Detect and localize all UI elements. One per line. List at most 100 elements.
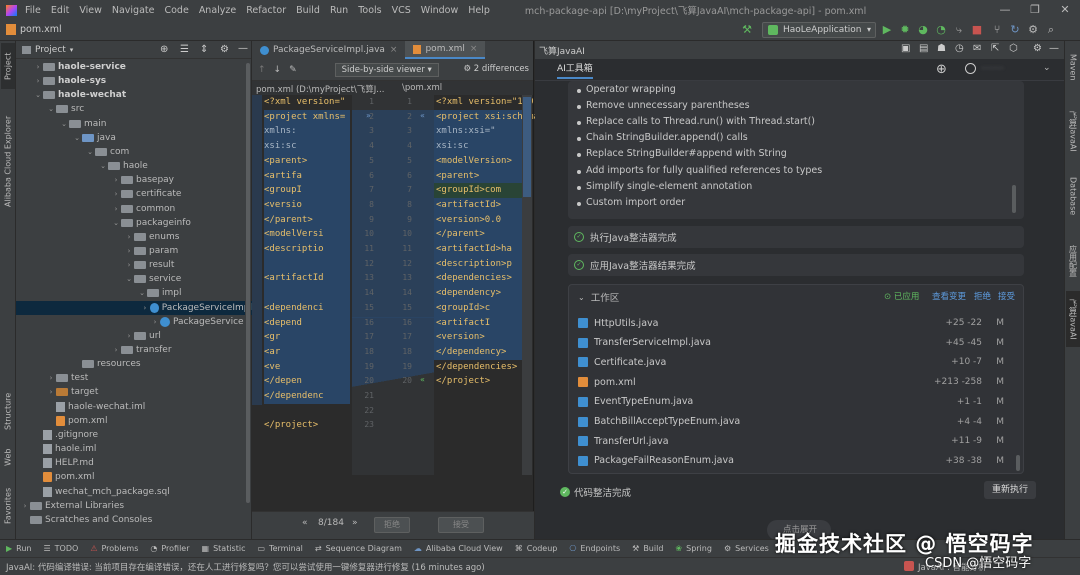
- tree-item[interactable]: › result: [16, 258, 252, 272]
- tree-arrow-icon[interactable]: ›: [33, 77, 43, 85]
- chat-icon[interactable]: ✉: [973, 43, 981, 54]
- tree-item[interactable]: ⌄ com: [16, 145, 252, 159]
- toolbox-icon[interactable]: ▣: [901, 43, 910, 54]
- tree-item[interactable]: pom.xml: [16, 414, 252, 428]
- left-code-pane[interactable]: <?xml version=" <project xmlns= xmlns: xs…: [252, 95, 352, 475]
- user-avatar-icon[interactable]: [965, 63, 976, 74]
- tree-item[interactable]: › transfer: [16, 343, 252, 357]
- image-icon[interactable]: ▤: [919, 43, 928, 54]
- tree-item[interactable]: ⌄ haole-wechat: [16, 88, 252, 102]
- tree-arrow-icon[interactable]: ›: [150, 318, 160, 326]
- history-icon[interactable]: ◷: [955, 43, 964, 54]
- tree-arrow-icon[interactable]: ⌄: [46, 105, 56, 113]
- settings-icon[interactable]: ⚙: [1026, 23, 1040, 37]
- tree-item[interactable]: ⌄ packageinfo: [16, 216, 252, 230]
- tree-arrow-icon[interactable]: ›: [46, 374, 56, 382]
- tree-arrow-icon[interactable]: ›: [124, 332, 134, 340]
- menu-file[interactable]: File: [20, 5, 46, 16]
- breadcrumb[interactable]: pom.xml: [20, 24, 62, 35]
- workspace-reject-link[interactable]: 拒绝: [974, 290, 991, 302]
- menu-view[interactable]: View: [74, 5, 107, 16]
- minimize-icon[interactable]: —: [990, 0, 1020, 20]
- tree-arrow-icon[interactable]: ›: [20, 502, 30, 510]
- tree-arrow-icon[interactable]: ›: [33, 63, 43, 71]
- tool-tab-app-config[interactable]: 应用配置: [1066, 231, 1080, 291]
- edit-source-icon[interactable]: ✎: [289, 65, 297, 75]
- menu-navigate[interactable]: Navigate: [107, 5, 160, 16]
- tool-tab-maven[interactable]: Maven: [1066, 47, 1080, 87]
- tree-arrow-icon[interactable]: ⌄: [111, 219, 121, 227]
- tool-window-build[interactable]: ⚒ Build: [626, 544, 669, 553]
- tree-item[interactable]: ⌄ main: [16, 117, 252, 131]
- tool-window-services[interactable]: ⚙ Services: [718, 544, 775, 553]
- workspace-file-row[interactable]: HttpUtils.java +25 -22 M: [578, 315, 1006, 331]
- workspace-file-row[interactable]: BatchBillAcceptTypeEnum.java +4 -4 M: [578, 414, 1006, 430]
- tree-item[interactable]: .gitignore: [16, 428, 252, 442]
- tool-tab-database[interactable]: Database: [1066, 171, 1080, 221]
- prev-page-icon[interactable]: «: [302, 518, 308, 528]
- tree-item[interactable]: › param: [16, 244, 252, 258]
- tree-arrow-icon[interactable]: ⌄: [98, 162, 108, 170]
- tool-window-codeup[interactable]: ⌘ Codeup: [509, 544, 564, 553]
- tree-item[interactable]: HELP.md: [16, 456, 252, 470]
- close-tab-icon[interactable]: ×: [390, 45, 398, 55]
- tool-window-sequence-diagram[interactable]: ⇄ Sequence Diagram: [309, 544, 408, 553]
- project-view-select[interactable]: Project: [35, 45, 66, 55]
- right-code-pane[interactable]: <?xml version="1.0" <project xsi:schema x…: [434, 95, 539, 475]
- menu-edit[interactable]: Edit: [46, 5, 74, 16]
- tree-arrow-icon[interactable]: ›: [124, 261, 134, 269]
- menu-run[interactable]: Run: [325, 5, 353, 16]
- rules-scrollbar[interactable]: [1012, 185, 1016, 213]
- tool-tab-web[interactable]: Web: [1, 445, 15, 469]
- tree-item[interactable]: › certificate: [16, 187, 252, 201]
- tree-item[interactable]: pom.xml: [16, 470, 252, 484]
- collapse-all-icon[interactable]: ☰: [180, 44, 189, 55]
- workspace-scrollbar[interactable]: [1016, 455, 1020, 471]
- export-icon[interactable]: ⇱: [991, 43, 999, 54]
- tree-item[interactable]: › haole-service: [16, 60, 252, 74]
- tree-item[interactable]: ⌄ haole: [16, 159, 252, 173]
- stop-icon[interactable]: ■: [970, 23, 984, 37]
- tool-window-todo[interactable]: ☰ TODO: [38, 544, 85, 553]
- tree-item[interactable]: wechat_mch_package.sql: [16, 485, 252, 499]
- tree-item[interactable]: haole-wechat.iml: [16, 400, 252, 414]
- viewer-mode-select[interactable]: Side-by-side viewer ▾: [334, 62, 439, 77]
- tree-item[interactable]: ⌄ service: [16, 272, 252, 286]
- tool-window-endpoints[interactable]: ⎔ Endpoints: [563, 544, 626, 553]
- tab-packageserviceimpl[interactable]: PackageServiceImpl.java ×: [252, 41, 405, 59]
- scrollbar[interactable]: [245, 61, 251, 539]
- gear-icon[interactable]: ⚙: [1033, 43, 1042, 54]
- tree-arrow-icon[interactable]: ›: [124, 247, 134, 255]
- tree-arrow-icon[interactable]: ›: [140, 304, 149, 312]
- bot-icon[interactable]: ☗: [937, 43, 946, 54]
- tree-item[interactable]: › target: [16, 385, 252, 399]
- hide-icon[interactable]: —: [238, 43, 248, 54]
- tool-tab-javaai[interactable]: 飞算JavaAI: [1066, 291, 1080, 347]
- menu-tools[interactable]: Tools: [353, 5, 386, 16]
- menu-analyze[interactable]: Analyze: [194, 5, 241, 16]
- tree-item[interactable]: Scratches and Consoles: [16, 513, 252, 527]
- tab-pom-xml[interactable]: pom.xml ×: [405, 41, 486, 59]
- tree-item[interactable]: › common: [16, 202, 252, 216]
- tree-item[interactable]: › basepay: [16, 173, 252, 187]
- chevron-down-icon[interactable]: ▾: [70, 46, 74, 54]
- tool-tab-favorites[interactable]: Favorites: [1, 481, 15, 531]
- chevron-down-icon[interactable]: ⌄: [1043, 63, 1051, 73]
- hide-icon[interactable]: —: [1049, 43, 1059, 54]
- rerun-button[interactable]: 重新执行: [984, 481, 1036, 499]
- tree-item[interactable]: ⌄ src: [16, 102, 252, 116]
- locate-icon[interactable]: ⊕: [160, 44, 168, 55]
- tool-window-profiler[interactable]: ◔ Profiler: [144, 544, 195, 553]
- attach-icon[interactable]: ⤷: [952, 23, 966, 37]
- status-message[interactable]: JavaAI: 代码编译错误: 当前项目存在编译错误，还在人工进行修复吗？您可以…: [6, 561, 485, 573]
- next-page-icon[interactable]: »: [352, 518, 358, 528]
- tree-arrow-icon[interactable]: ›: [46, 388, 56, 396]
- chevron-down-icon[interactable]: ⌄: [578, 293, 585, 302]
- close-icon[interactable]: ✕: [1050, 0, 1080, 20]
- tree-item[interactable]: ⌄ java: [16, 131, 252, 145]
- tree-arrow-icon[interactable]: ⌄: [33, 91, 43, 99]
- tree-item[interactable]: › PackageServiceImpl: [16, 300, 252, 315]
- arrow-up-icon[interactable]: ↑: [258, 65, 266, 75]
- apply-left-icon[interactable]: »: [366, 111, 371, 120]
- tree-arrow-icon[interactable]: ›: [111, 205, 121, 213]
